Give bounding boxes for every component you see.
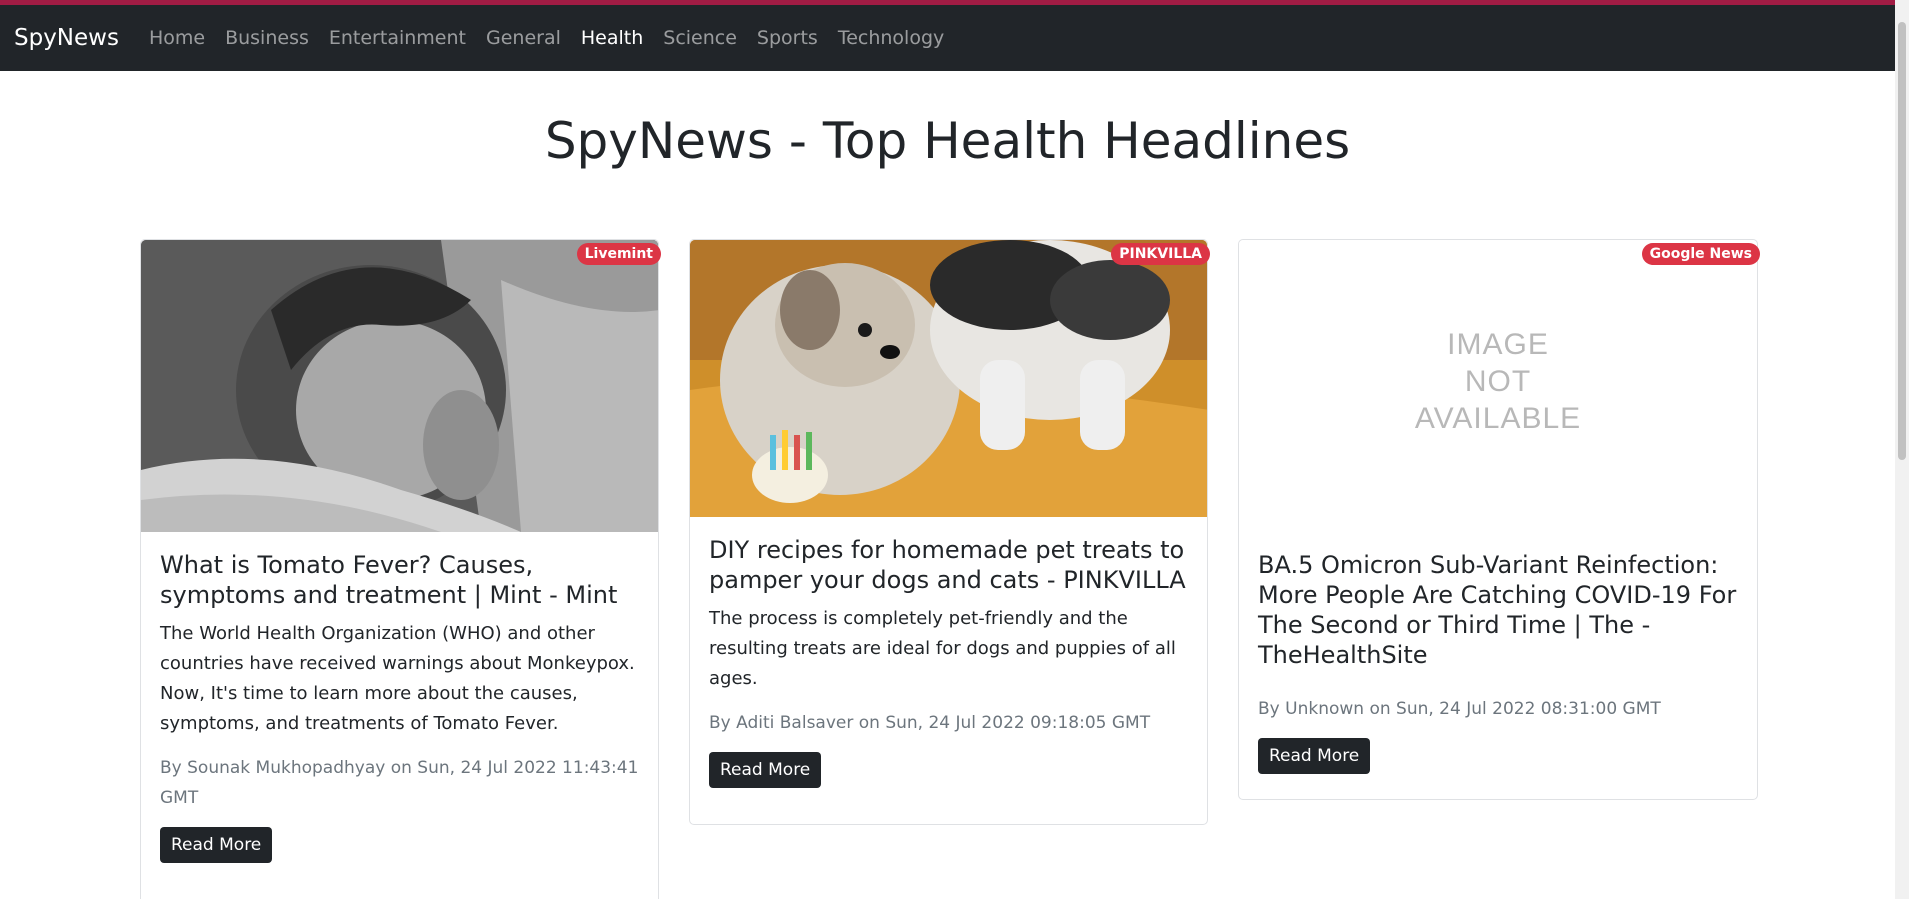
article-description: The process is completely pet-friendly a… bbox=[709, 608, 1176, 689]
article-image bbox=[690, 240, 1207, 517]
article-meta: By Aditi Balsaver on Sun, 24 Jul 2022 09… bbox=[709, 713, 1151, 733]
card-body: BA.5 Omicron Sub-Variant Reinfection: Mo… bbox=[1258, 550, 1738, 774]
nav-links: Home Business Entertainment General Heal… bbox=[149, 27, 964, 49]
nav-sports[interactable]: Sports bbox=[757, 27, 818, 49]
article-meta: By Sounak Mukhopadhyay on Sun, 24 Jul 20… bbox=[160, 758, 639, 808]
page-title: SpyNews - Top Health Headlines bbox=[544, 112, 1351, 170]
navbar: SpyNews Home Business Entertainment Gene… bbox=[0, 5, 1895, 71]
article-title: What is Tomato Fever? Causes, symptoms a… bbox=[160, 551, 618, 609]
article-description: The World Health Organization (WHO) and … bbox=[160, 623, 635, 734]
nav-home[interactable]: Home bbox=[149, 27, 205, 49]
image-placeholder: IMAGE NOT AVAILABLE bbox=[1239, 240, 1757, 532]
nav-business[interactable]: Business bbox=[225, 27, 309, 49]
source-badge: Livemint bbox=[576, 243, 661, 265]
nav-science[interactable]: Science bbox=[663, 27, 737, 49]
vertical-scrollbar[interactable] bbox=[1895, 0, 1909, 899]
news-card: PINKVILLA DIY recipes for homemade pet t… bbox=[689, 239, 1210, 825]
placeholder-line: IMAGE bbox=[1447, 328, 1549, 361]
card-body: What is Tomato Fever? Causes, symptoms a… bbox=[160, 550, 639, 863]
placeholder-line: AVAILABLE bbox=[1414, 402, 1582, 435]
read-more-button[interactable]: Read More bbox=[709, 752, 822, 788]
article-title: BA.5 Omicron Sub-Variant Reinfection: Mo… bbox=[1258, 551, 1737, 669]
article-title: DIY recipes for homemade pet treats to p… bbox=[709, 536, 1186, 594]
scrollbar-thumb[interactable] bbox=[1898, 22, 1906, 460]
source-badge: Google News bbox=[1641, 243, 1760, 265]
nav-technology[interactable]: Technology bbox=[838, 27, 944, 49]
brand-logo[interactable]: SpyNews bbox=[14, 25, 119, 51]
source-badge: PINKVILLA bbox=[1111, 243, 1210, 265]
article-meta: By Unknown on Sun, 24 Jul 2022 08:31:00 … bbox=[1258, 699, 1661, 719]
article-image bbox=[141, 240, 658, 532]
read-more-button[interactable]: Read More bbox=[160, 827, 273, 863]
news-card: Livemint What is Tomato Fever? Causes, s… bbox=[140, 239, 661, 899]
nav-entertainment[interactable]: Entertainment bbox=[329, 27, 466, 49]
nav-health[interactable]: Health bbox=[581, 27, 643, 49]
news-card: IMAGE NOT AVAILABLE Google News BA.5 Omi… bbox=[1238, 239, 1760, 800]
placeholder-line: NOT bbox=[1464, 365, 1532, 398]
nav-general[interactable]: General bbox=[486, 27, 561, 49]
card-body: DIY recipes for homemade pet treats to p… bbox=[709, 535, 1188, 788]
read-more-button[interactable]: Read More bbox=[1258, 738, 1371, 774]
